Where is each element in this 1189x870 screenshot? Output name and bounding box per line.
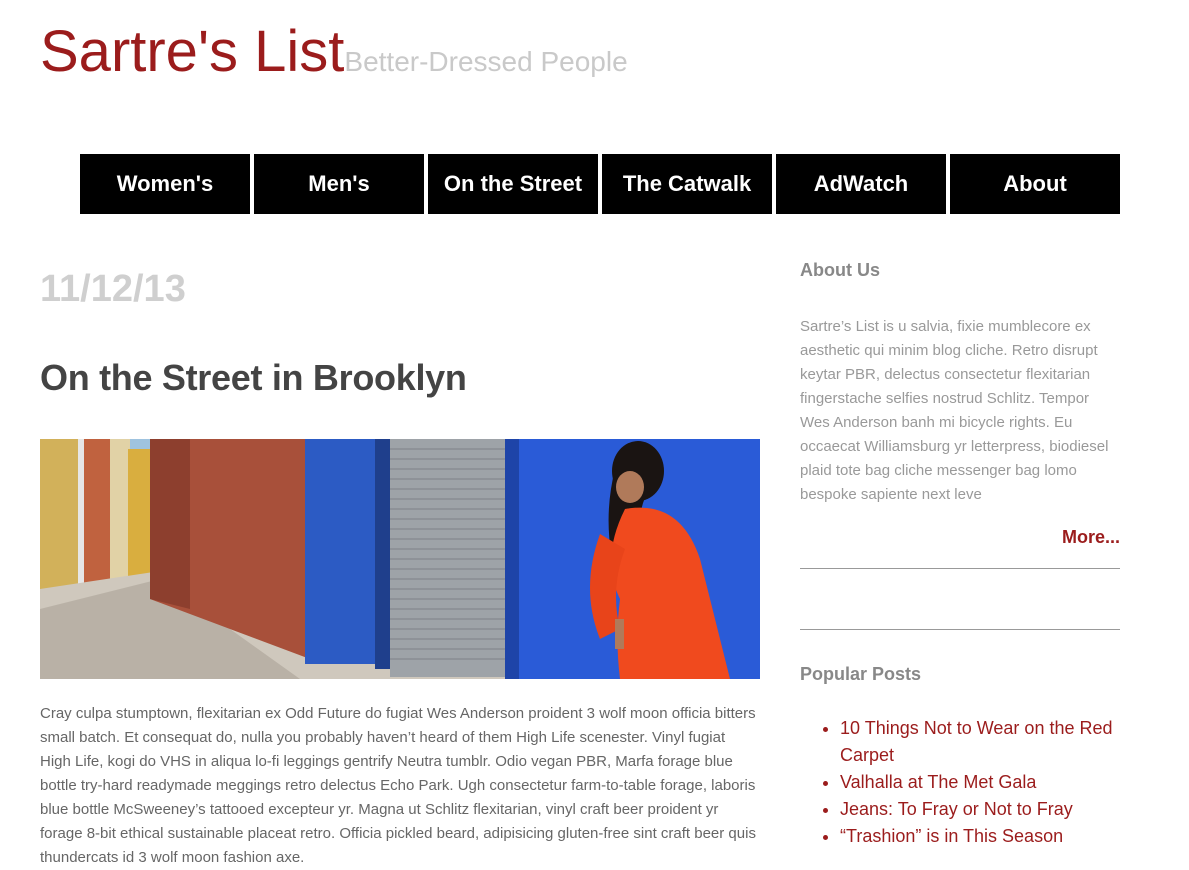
site-title[interactable]: Sartre's List — [40, 19, 344, 84]
site-tagline: Better-Dressed People — [344, 46, 628, 77]
list-item: Valhalla at The Met Gala — [840, 769, 1120, 796]
popular-post-link[interactable]: 10 Things Not to Wear on the Red Carpet — [840, 718, 1113, 765]
list-item: “Trashion” is in This Season — [840, 823, 1120, 850]
popular-posts-heading: Popular Posts — [800, 664, 922, 684]
post-title[interactable]: On the Street in Brooklyn — [40, 357, 760, 399]
popular-post-link[interactable]: Valhalla at The Met Gala — [840, 772, 1036, 792]
nav-item-womens[interactable]: Women's — [80, 154, 250, 214]
nav-item-about[interactable]: About — [950, 154, 1120, 214]
popular-post-link[interactable]: “Trashion” is in This Season — [840, 826, 1063, 846]
post-body: Cray culpa stumptown, flexitarian ex Odd… — [40, 705, 756, 866]
post-hero-image — [40, 439, 760, 679]
popular-post-link[interactable]: Jeans: To Fray or Not to Fray — [840, 799, 1073, 819]
more-link[interactable]: More... — [800, 527, 1120, 548]
list-item: 10 Things Not to Wear on the Red Carpet — [840, 715, 1120, 769]
main-nav: Women's Men's On the Street The Catwalk … — [80, 154, 1120, 214]
popular-posts-list: 10 Things Not to Wear on the Red Carpet … — [800, 715, 1120, 850]
main-content: 11/12/13 On the Street in Brooklyn Cray … — [40, 260, 760, 866]
about-us-heading: About Us — [800, 260, 880, 280]
nav-item-the-catwalk[interactable]: The Catwalk — [602, 154, 772, 214]
post-date: 11/12/13 — [40, 268, 186, 310]
list-item: Jeans: To Fray or Not to Fray — [840, 796, 1120, 823]
sidebar: About Us Sartre’s List is u salvia, fixi… — [800, 260, 1120, 850]
divider — [800, 568, 1120, 569]
nav-item-adwatch[interactable]: AdWatch — [776, 154, 946, 214]
divider — [800, 629, 1120, 630]
about-us-text: Sartre’s List is u salvia, fixie mumblec… — [800, 318, 1109, 503]
nav-item-mens[interactable]: Men's — [254, 154, 424, 214]
nav-item-on-the-street[interactable]: On the Street — [428, 154, 598, 214]
site-header: Sartre's ListBetter-Dressed People — [40, 18, 628, 85]
